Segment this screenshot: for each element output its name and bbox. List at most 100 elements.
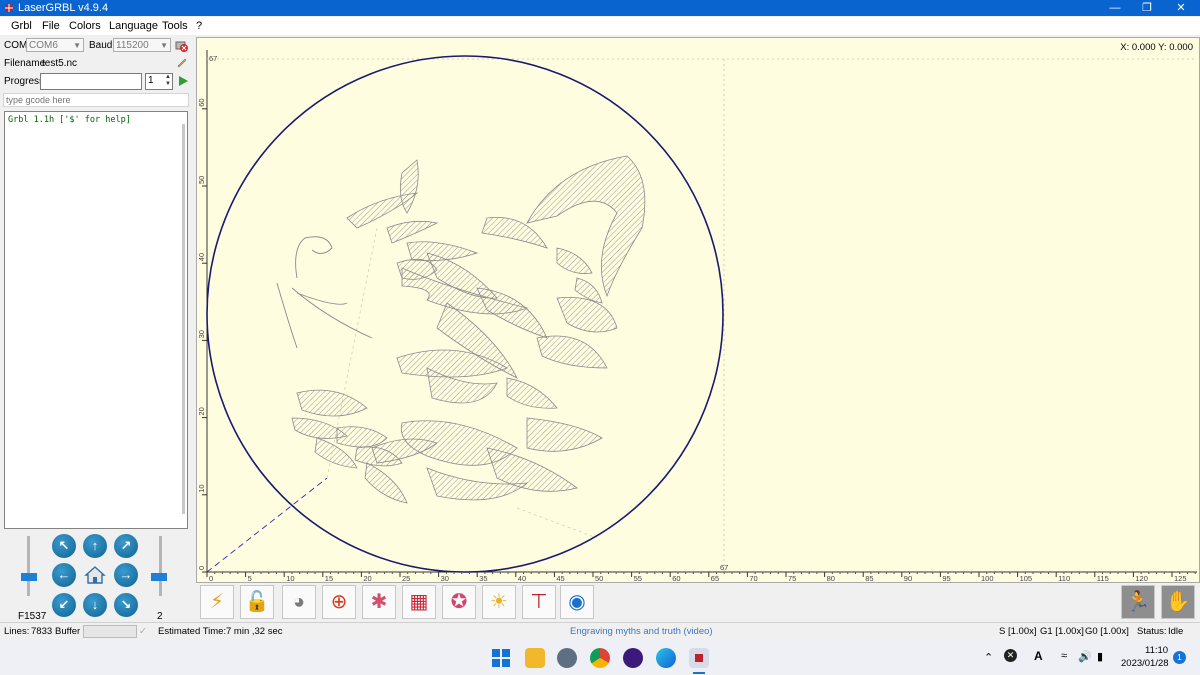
menu-help[interactable]: ?	[196, 20, 202, 32]
console-log: Grbl 1.1h ['$' for help]	[4, 111, 188, 529]
clock-date[interactable]: 2023/01/28	[1121, 658, 1169, 669]
volume-icon[interactable]: 🔊	[1078, 650, 1092, 663]
menu-tools[interactable]: Tools	[162, 20, 188, 32]
jog-down-right-button[interactable]: ↘	[114, 593, 138, 617]
crosshair-button[interactable]: ⊕	[322, 585, 356, 619]
crosshair-icon: ⊕	[330, 591, 348, 613]
connect-button[interactable]: ⚡	[200, 585, 234, 619]
y-tick-label: 30	[197, 330, 206, 338]
preview-drawing: 67 67 6050403020100 0 5 10 15 20 25 30 35 40 45 50…	[197, 50, 1197, 582]
disconnect-icon[interactable]	[174, 38, 189, 53]
com-value: COM6	[29, 40, 58, 51]
file-explorer-icon[interactable]	[525, 648, 545, 668]
y-tick-label: 40	[197, 253, 206, 261]
g1-override[interactable]: G1 [1.00x]	[1040, 626, 1084, 637]
jog-up-right-button[interactable]: ↗	[114, 534, 138, 558]
x-tick-label: 75	[788, 574, 796, 582]
start-button[interactable]	[492, 649, 510, 667]
video-link[interactable]: Engraving myths and truth (video)	[570, 626, 713, 637]
jog-up-button[interactable]: ↑	[83, 534, 107, 558]
jog-left-button[interactable]: ←	[52, 563, 76, 587]
console-scrollbar[interactable]	[182, 124, 185, 514]
x-tick-label: 115	[1097, 574, 1109, 582]
speed-slider-track	[27, 536, 30, 596]
battery-icon[interactable]: ▮	[1097, 650, 1103, 663]
adobe-icon[interactable]: A	[1034, 649, 1043, 663]
jog-down-button[interactable]: ↓	[83, 593, 107, 617]
x-tick-label: 105	[1020, 574, 1033, 582]
x-tick-label: 0	[209, 574, 213, 582]
jog-up-left-button[interactable]: ↖	[52, 534, 76, 558]
connect-icon: ⚡	[209, 591, 225, 613]
x-tick-label: 95	[942, 574, 950, 582]
jog-speed-label: F1537	[18, 611, 47, 622]
app-icon	[5, 4, 13, 12]
x-tick-label: 90	[904, 574, 912, 582]
copies-value: 1	[148, 75, 154, 86]
x-tick-label: 100	[981, 574, 994, 582]
pattern-button[interactable]: ✪	[442, 585, 476, 619]
jog-down-left-button[interactable]: ↙	[52, 593, 76, 617]
x-mark-label: 67	[720, 563, 728, 572]
travel-path	[206, 477, 328, 573]
star-button[interactable]: ✱	[362, 585, 396, 619]
chevron-up-icon[interactable]: ⌃	[984, 651, 993, 664]
stop-button[interactable]: ✋	[1161, 585, 1195, 619]
frame-icon: ▦	[409, 591, 429, 613]
x-tick-label: 80	[827, 574, 835, 582]
g0-override[interactable]: G0 [1.00x]	[1085, 626, 1129, 637]
baud-select[interactable]: 115200 ▼	[113, 38, 171, 52]
close-button[interactable]: ✕	[1164, 0, 1198, 16]
wifi-icon[interactable]: ≈	[1061, 650, 1067, 662]
cat-outline	[276, 236, 373, 349]
step-slider[interactable]	[151, 573, 167, 581]
x-tick-label: 45	[556, 574, 564, 582]
x-tick-label: 15	[325, 574, 333, 582]
walk-button[interactable]: 🏃	[1121, 585, 1155, 619]
baud-value: 115200	[116, 40, 149, 51]
edge-icon[interactable]	[656, 648, 676, 668]
buffer-label: Buffer	[55, 626, 81, 637]
menu-colors[interactable]: Colors	[69, 20, 101, 32]
com-label: COM	[4, 40, 28, 51]
x-tick-label: 20	[363, 574, 371, 582]
notification-badge[interactable]: 1	[1173, 651, 1186, 664]
status-bar: Lines: 7833 Buffer ✓ Estimated Time: 7 m…	[0, 622, 1200, 640]
com-select[interactable]: COM6 ▼	[26, 38, 84, 52]
buffer-icon: ✓	[139, 626, 147, 637]
menu-language[interactable]: Language	[109, 20, 158, 32]
tray-app-icon[interactable]: ✕	[1004, 649, 1017, 662]
maximize-button[interactable]: ❐	[1130, 0, 1164, 16]
lines-label: Lines:	[4, 626, 30, 637]
chrome-icon[interactable]	[590, 648, 610, 668]
frame-button[interactable]: ▦	[402, 585, 436, 619]
home-button[interactable]	[83, 563, 107, 587]
cat-engraving	[291, 155, 646, 504]
y-max-label: 67	[209, 54, 217, 63]
menu-grbl[interactable]: Grbl	[11, 20, 32, 32]
copies-stepper[interactable]: 1 ▲ ▼	[145, 73, 173, 90]
colors-button[interactable]: ◉	[560, 585, 594, 619]
menu-file[interactable]: File	[42, 20, 60, 32]
gcode-input[interactable]	[3, 93, 189, 107]
play-icon[interactable]	[177, 75, 189, 87]
jog-right-button[interactable]: →	[114, 563, 138, 587]
clock-time[interactable]: 11:10	[1145, 645, 1168, 656]
open-file-icon[interactable]	[176, 56, 188, 68]
light-button[interactable]: ☀	[482, 585, 516, 619]
media-app-icon[interactable]	[623, 648, 643, 668]
speed-slider[interactable]	[21, 573, 37, 581]
unlock-button[interactable]: 🔓	[240, 585, 274, 619]
x-tick-label: 40	[518, 574, 526, 582]
minimize-button[interactable]: —	[1098, 0, 1132, 16]
s-override[interactable]: S [1.00x]	[999, 626, 1037, 637]
preview-canvas[interactable]: X: 0.000 Y: 0.000 67 67 60 50 40 30 20 1…	[196, 37, 1200, 583]
globe-button[interactable]: ◕	[282, 585, 316, 619]
focus-button[interactable]: ⊤	[522, 585, 556, 619]
menu-bar: Grbl File Colors Language Tools ?	[0, 17, 1200, 35]
lines-value: 7833	[31, 626, 53, 637]
unlock-icon: 🔓	[244, 591, 270, 613]
settings-icon[interactable]	[557, 648, 577, 668]
buffer-bar	[83, 625, 137, 638]
lasergrbl-taskbar-icon[interactable]	[689, 648, 709, 668]
